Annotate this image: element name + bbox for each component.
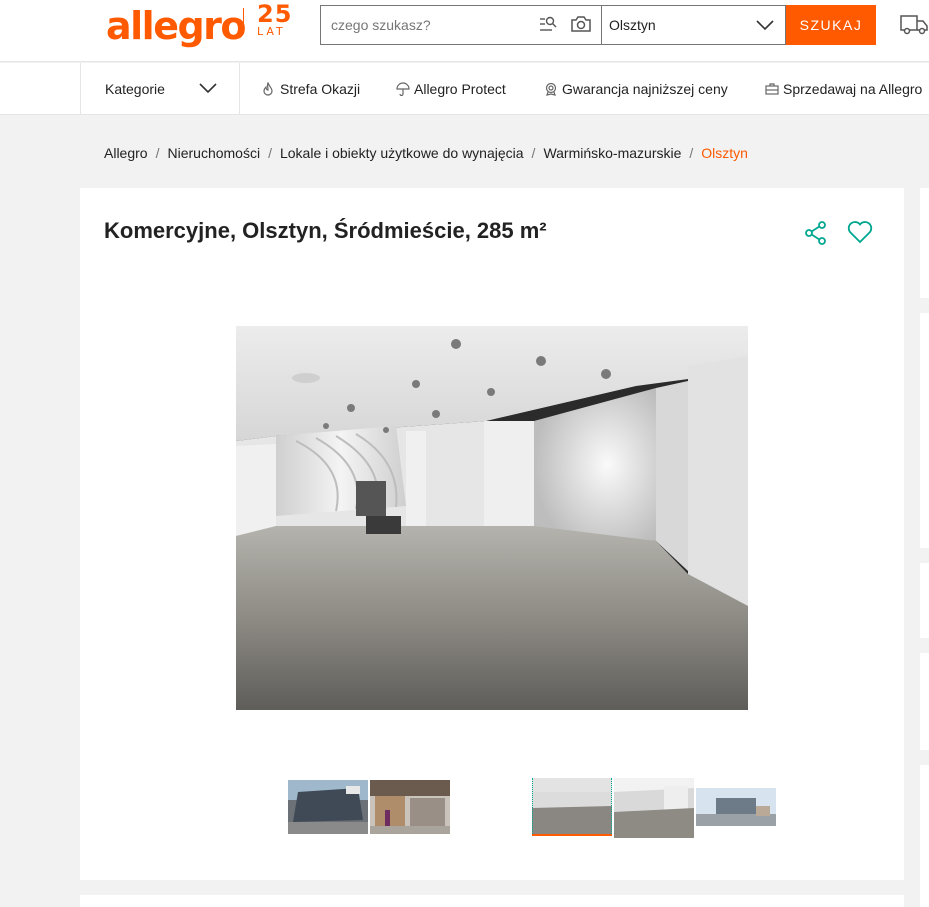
header: allegro 25 LAT Olsztyn SZUKAJ [0, 0, 929, 62]
badge-number: 25 [257, 0, 293, 28]
search-divider [601, 6, 602, 44]
flame-icon [263, 82, 273, 96]
breadcrumb-separator: / [531, 145, 536, 161]
side-panel [920, 188, 929, 298]
nav-label: Gwarancja najniższej ceny [562, 81, 728, 97]
umbrella-icon [396, 82, 410, 96]
nav-sprzedawaj[interactable]: Sprzedawaj na Allegro [765, 81, 922, 97]
thumbnail-selected[interactable] [532, 778, 612, 836]
search-category-select[interactable]: Olsztyn [609, 17, 656, 33]
thumbnail[interactable] [696, 788, 776, 826]
side-panel [920, 653, 929, 750]
side-panel [920, 563, 929, 638]
search-input[interactable] [331, 6, 531, 44]
briefcase-icon [765, 83, 779, 95]
breadcrumb-separator: / [268, 145, 272, 161]
nav-strefa-okazji[interactable]: Strefa Okazji [262, 81, 360, 97]
main-listing-photo[interactable] [236, 326, 748, 710]
logo-divider [243, 8, 244, 34]
chevron-down-icon[interactable] [755, 18, 775, 37]
breadcrumb-link[interactable]: Warmińsko-mazurskie [543, 145, 681, 161]
share-icon[interactable] [803, 220, 829, 251]
categories-label: Kategorie [105, 81, 165, 97]
search-bar: Olsztyn [320, 5, 786, 45]
nav-label: Allegro Protect [414, 81, 506, 97]
anniversary-badge: 25 LAT [257, 2, 292, 37]
breadcrumb-link[interactable]: Allegro [104, 145, 148, 161]
next-section-card [80, 895, 904, 907]
thumbnail[interactable] [370, 780, 450, 834]
breadcrumb-current[interactable]: Olsztyn [701, 145, 748, 161]
nav-label: Strefa Okazji [280, 81, 361, 97]
thumbnail[interactable] [614, 778, 694, 838]
nav-gwarancja[interactable]: Gwarancja najniższej ceny [544, 81, 728, 97]
listing-card: Komercyjne, Olsztyn, Śródmieście, 285 m² [80, 188, 904, 880]
heart-icon[interactable] [847, 220, 873, 249]
breadcrumb-separator: / [689, 145, 694, 161]
side-panel [920, 313, 929, 548]
side-panel [920, 765, 929, 907]
breadcrumb-link[interactable]: Nieruchomości [167, 145, 260, 161]
camera-icon[interactable] [570, 14, 592, 39]
main-navigation: Kategorie Strefa Okazji Allegro Protect … [0, 63, 929, 115]
chevron-down-icon [199, 83, 217, 94]
listing-title: Komercyjne, Olsztyn, Śródmieście, 285 m² [104, 218, 547, 243]
categories-dropdown[interactable]: Kategorie [80, 63, 240, 115]
truck-icon[interactable] [899, 12, 929, 41]
search-button[interactable]: SZUKAJ [786, 5, 876, 45]
nav-allegro-protect[interactable]: Allegro Protect [396, 81, 506, 97]
breadcrumb: Allegro / Nieruchomości / Lokale i obiekty u… [104, 145, 748, 161]
badge-icon [545, 82, 557, 96]
list-search-icon[interactable] [538, 15, 558, 40]
breadcrumb-separator: / [155, 145, 160, 161]
allegro-logo[interactable]: allegro [106, 4, 247, 48]
thumbnail[interactable] [288, 780, 368, 834]
nav-label: Sprzedawaj na Allegro [783, 81, 923, 97]
breadcrumb-link[interactable]: Lokale i obiekty użytkowe do wynajęcia [280, 145, 524, 161]
